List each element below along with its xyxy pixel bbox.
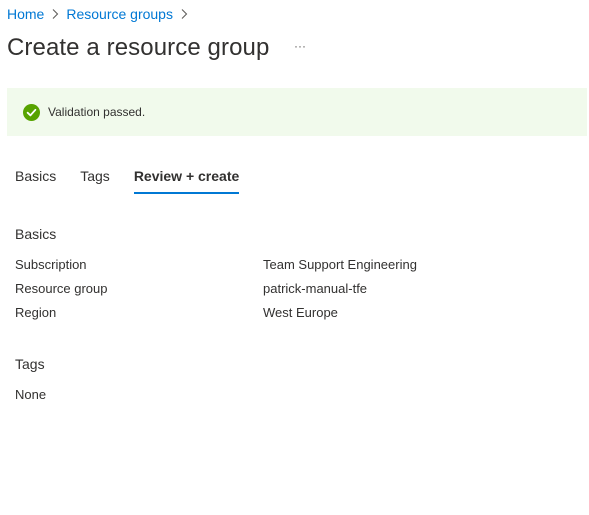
checkmark-circle-icon (23, 103, 40, 121)
chevron-right-icon (173, 6, 195, 22)
page-title: Create a resource group (7, 34, 270, 61)
validation-banner: Validation passed. (7, 88, 587, 136)
more-options-button[interactable]: ··· (288, 36, 312, 56)
tags-value: None (15, 387, 47, 402)
resource-group-review-page: Home Resource groups Create a resource g… (0, 0, 589, 515)
tab-tags[interactable]: Tags (80, 165, 110, 195)
region-value: West Europe (263, 305, 338, 320)
breadcrumb: Home Resource groups (7, 5, 195, 23)
subscription-value: Team Support Engineering (263, 257, 417, 272)
wizard-tabs: Basics Tags Review + create (15, 165, 263, 195)
validation-message: Validation passed. (48, 105, 146, 119)
breadcrumb-resource-groups-link[interactable]: Resource groups (66, 6, 173, 22)
tags-section-heading: Tags (15, 356, 45, 372)
tab-basics[interactable]: Basics (15, 165, 56, 195)
breadcrumb-home-link[interactable]: Home (7, 6, 44, 22)
page-header: Create a resource group (7, 31, 269, 65)
resource-group-value: patrick-manual-tfe (263, 281, 368, 296)
basics-section-heading: Basics (15, 226, 57, 242)
tab-review-create[interactable]: Review + create (133, 165, 240, 195)
subscription-label: Subscription (15, 257, 87, 272)
region-label: Region (15, 305, 57, 320)
chevron-right-icon (44, 6, 66, 22)
resource-group-label: Resource group (15, 281, 108, 296)
